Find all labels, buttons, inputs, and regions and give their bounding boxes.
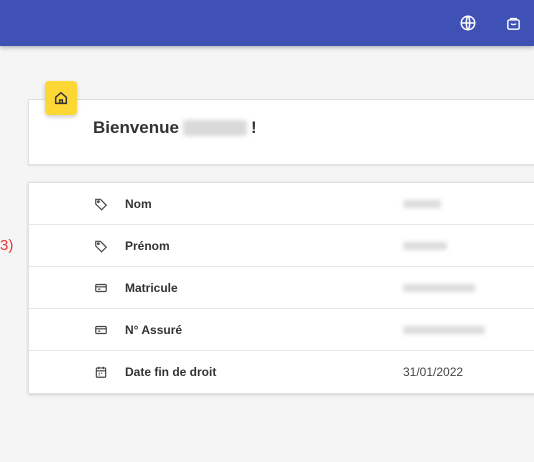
info-row-numero-assure: N° Assuré [29, 309, 534, 351]
info-value-redacted [403, 242, 447, 250]
info-row-nom: Nom [29, 183, 534, 225]
card-icon [93, 322, 109, 338]
info-value-redacted [403, 200, 441, 208]
home-icon [45, 81, 77, 115]
cutoff-text: 3) [0, 237, 14, 254]
top-app-bar [0, 0, 534, 46]
info-label: N° Assuré [125, 323, 183, 337]
beneficiary-info-card: Nom Prénom Matricule N° Assuré Date fin … [28, 182, 534, 394]
info-value-redacted [403, 326, 485, 334]
info-label: Prénom [125, 239, 170, 253]
calendar-icon [93, 364, 109, 380]
tag-icon [93, 238, 109, 254]
info-row-date-fin-droit: Date fin de droit 31/01/2022 [29, 351, 534, 393]
globe-icon[interactable] [458, 13, 478, 33]
welcome-title: Bienvenue ! [93, 118, 257, 138]
info-value: 31/01/2022 [403, 365, 464, 379]
tag-icon [93, 196, 109, 212]
blurred-user-name [182, 120, 247, 136]
info-value-redacted [403, 284, 475, 292]
info-row-prenom: Prénom [29, 225, 534, 267]
info-row-matricule: Matricule [29, 267, 534, 309]
info-label: Matricule [125, 281, 178, 295]
card-icon [93, 280, 109, 296]
shopping-bag-icon[interactable] [503, 13, 523, 33]
welcome-greeting: Bienvenue [93, 118, 179, 137]
info-label: Nom [125, 197, 152, 211]
welcome-exclamation: ! [250, 118, 257, 137]
info-label: Date fin de droit [125, 365, 217, 379]
